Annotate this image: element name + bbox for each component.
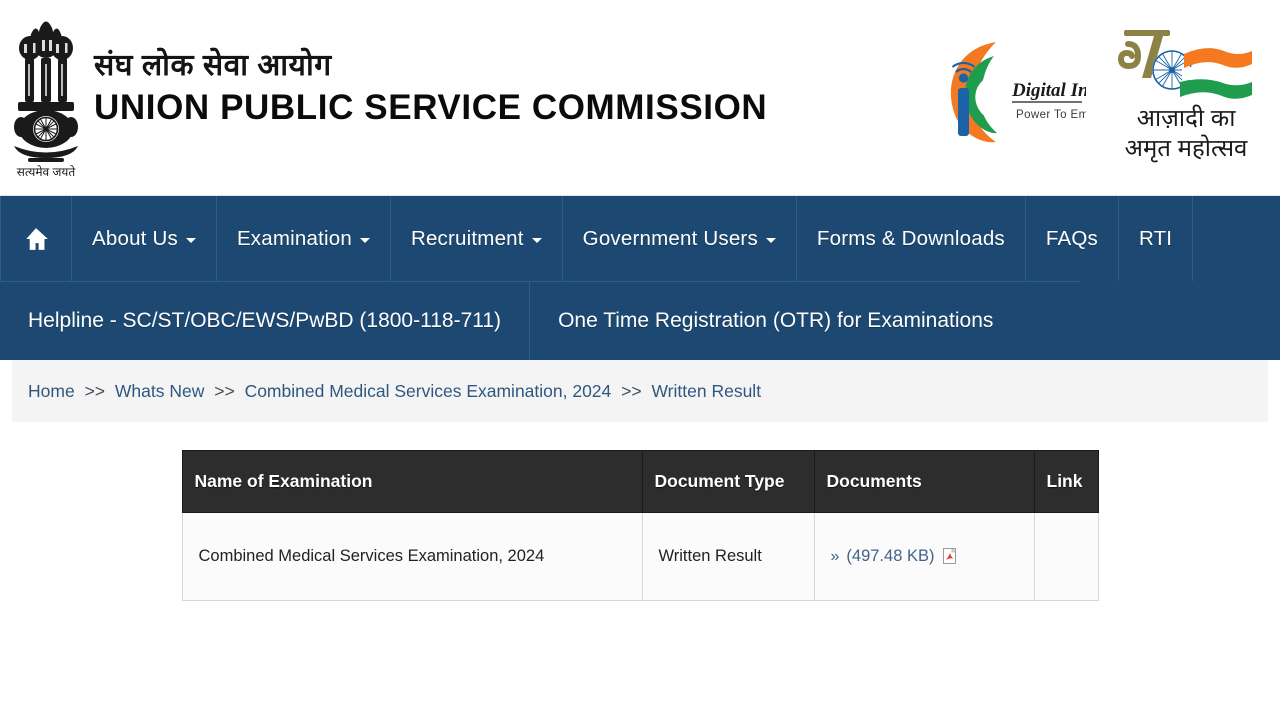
home-icon — [23, 227, 49, 251]
emblem-caption: सत्यमेव जयते — [17, 165, 77, 179]
breadcrumb-item-current: Written Result — [651, 380, 762, 401]
column-header-documents: Documents — [813, 450, 1035, 513]
cell-link — [1033, 512, 1099, 601]
table-header-row: Name of Examination Document Type Docume… — [181, 450, 1099, 513]
document-download-link[interactable]: » (497.48 KB) — [831, 547, 957, 565]
results-table: Name of Examination Document Type Docume… — [181, 450, 1099, 601]
breadcrumb-item-whats-new[interactable]: Whats New — [115, 381, 204, 401]
breadcrumb-separator: >> — [84, 380, 106, 401]
cell-documents: » (497.48 KB) — [813, 512, 1035, 601]
chevron-down-icon — [765, 238, 776, 243]
azadi-line1: आज़ादी का — [1137, 104, 1237, 132]
breadcrumb: Home >> Whats New >> Combined Medical Se… — [28, 381, 761, 402]
table-body: Combined Medical Services Examination, 2… — [181, 512, 1099, 601]
nav-label-recruitment: Recruitment — [410, 226, 524, 250]
nav-spacer-secondary — [1021, 282, 1080, 360]
breadcrumb-separator: >> — [214, 380, 235, 401]
azadi-ka-amrit-mahotsav-logo[interactable]: आज़ादी का अमृत महोत्सव — [1112, 14, 1262, 166]
nav-item-recruitment[interactable]: Recruitment — [391, 196, 563, 281]
breadcrumb-item-exam[interactable]: Combined Medical Services Examination, 2… — [245, 381, 612, 401]
nav-item-rti[interactable]: RTI — [1119, 196, 1194, 281]
table-head: Name of Examination Document Type Docume… — [181, 450, 1099, 513]
column-header-document-type: Document Type — [641, 450, 815, 513]
main-navigation: About Us Examination Recruitment Governm… — [0, 196, 1280, 360]
nav-label-rti: RTI — [1138, 226, 1173, 250]
nav-item-helpline[interactable]: Helpline - SC/ST/OBC/EWS/PwBD (1800-118-… — [0, 282, 529, 360]
nav-label-otr: One Time Registration (OTR) for Examinat… — [558, 309, 994, 332]
double-chevron-icon: » — [830, 548, 840, 565]
chevron-down-icon — [359, 238, 370, 243]
table-row: Combined Medical Services Examination, 2… — [181, 512, 1099, 601]
nav-item-government-users[interactable]: Government Users — [563, 196, 797, 281]
column-header-name-of-examination: Name of Examination — [181, 450, 643, 513]
nav-label-examination: Examination — [236, 226, 352, 250]
nav-item-about-us[interactable]: About Us — [72, 196, 217, 281]
nav-item-home[interactable] — [0, 196, 72, 281]
results-table-container: Name of Examination Document Type Docume… — [0, 422, 1280, 601]
nav-label-helpline: Helpline - SC/ST/OBC/EWS/PwBD (1800-118-… — [28, 309, 502, 332]
breadcrumb-item-home[interactable]: Home — [28, 381, 75, 401]
state-emblem-icon: सत्यमेव जयते — [8, 14, 84, 182]
primary-nav-row: About Us Examination Recruitment Governm… — [0, 196, 1194, 282]
nav-item-faqs[interactable]: FAQs — [1026, 196, 1119, 281]
header-logos: Digital India Power To Empower — [934, 14, 1262, 166]
site-title-english: UNION PUBLIC SERVICE COMMISSION — [94, 87, 768, 127]
nav-label-government-users: Government Users — [582, 226, 758, 250]
cell-exam-name: Combined Medical Services Examination, 2… — [181, 512, 643, 601]
column-header-link: Link — [1033, 450, 1099, 513]
nav-item-otr[interactable]: One Time Registration (OTR) for Examinat… — [529, 282, 1021, 360]
cell-document-type: Written Result — [641, 512, 815, 601]
digital-india-tagline: Power To Empower — [1016, 109, 1086, 121]
pdf-icon — [934, 547, 957, 565]
breadcrumb-separator: >> — [621, 380, 642, 401]
site-title-hindi: संघ लोक सेवा आयोग — [94, 49, 332, 82]
chevron-down-icon — [531, 238, 542, 243]
document-file-size: (497.48 KB) — [846, 547, 935, 565]
digital-india-name: Digital India — [1011, 80, 1086, 101]
chevron-down-icon — [185, 238, 196, 243]
nav-label-forms-downloads: Forms & Downloads — [816, 226, 1005, 250]
nav-item-forms-downloads[interactable]: Forms & Downloads — [797, 196, 1026, 281]
site-header: सत्यमेव जयते संघ लोक सेवा आयोग UNION PUB… — [0, 0, 1280, 196]
upsc-results-page: सत्यमेव जयते संघ लोक सेवा आयोग UNION PUB… — [0, 0, 1280, 720]
brand-block[interactable]: सत्यमेव जयते संघ लोक सेवा आयोग UNION PUB… — [8, 14, 767, 182]
azadi-line2: अमृत महोत्सव — [1125, 134, 1248, 163]
breadcrumb-bar: Home >> Whats New >> Combined Medical Se… — [12, 360, 1268, 422]
nav-label-about-us: About Us — [92, 226, 178, 250]
nav-label-faqs: FAQs — [1045, 226, 1098, 250]
secondary-nav-row: Helpline - SC/ST/OBC/EWS/PwBD (1800-118-… — [0, 282, 1080, 360]
nav-item-examination[interactable]: Examination — [217, 196, 391, 281]
digital-india-logo[interactable]: Digital India Power To Empower — [934, 30, 1122, 150]
